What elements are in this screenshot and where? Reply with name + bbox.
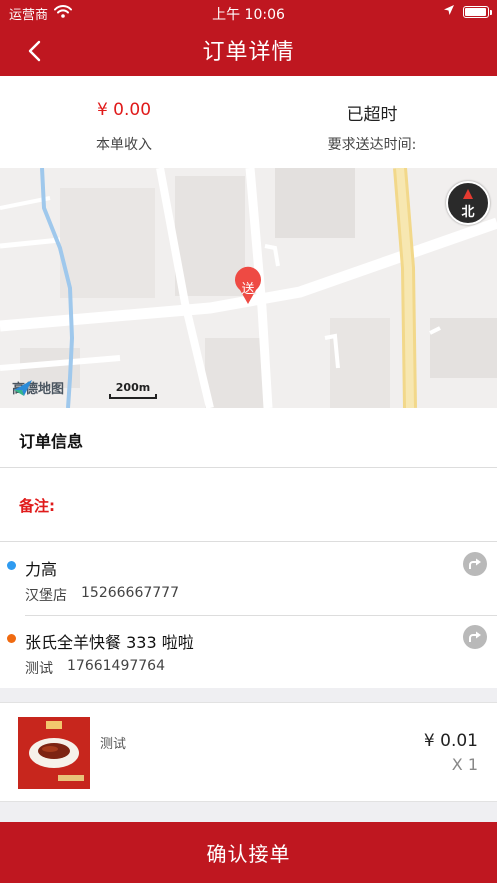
compass-button[interactable]: 北 <box>446 181 490 225</box>
goods-image <box>18 717 90 789</box>
delivery-map[interactable]: 送 北 高德地图 200m <box>0 168 497 408</box>
goods-name: 测试 <box>100 737 127 752</box>
page-title: 订单详情 <box>202 40 295 65</box>
deadline-label: 要求送达时间: <box>327 137 417 153</box>
marker-label: 送 <box>241 282 255 297</box>
pickup-navigate-button[interactable] <box>463 552 487 576</box>
battery-icon <box>463 6 492 18</box>
income-block: ¥ 0.00 本单收入 <box>0 76 248 168</box>
dropoff-phone[interactable]: 17661497764 <box>67 658 165 678</box>
deadline-block: 已超时 要求送达时间: <box>248 76 496 168</box>
top-bar: 运营商 上午 10:06 订单详情 <box>0 0 497 76</box>
address-list: 力高 汉堡店 15266667777 张氏全羊快餐 333 啦啦 测试 1766… <box>0 542 497 688</box>
food-photo <box>18 717 90 789</box>
status-right <box>443 4 492 20</box>
turn-right-arrow-icon <box>469 631 481 642</box>
status-time: 上午 10:06 <box>212 7 285 23</box>
map-provider-logo: 高德地图 <box>12 378 64 397</box>
map-scale: 200m <box>108 381 158 401</box>
amap-logo-icon <box>14 380 32 396</box>
pickup-dot <box>7 561 16 570</box>
pickup-phone[interactable]: 15266667777 <box>81 585 179 605</box>
pickup-contact: 汉堡店 <box>25 588 67 604</box>
dropoff-contact: 测试 <box>25 661 53 677</box>
divider <box>0 467 497 468</box>
compass-label: 北 <box>461 205 475 220</box>
confirm-order-button[interactable]: 确认接单 <box>0 822 497 883</box>
order-summary: ¥ 0.00 本单收入 已超时 要求送达时间: <box>0 76 497 168</box>
deadline-value: 已超时 <box>346 105 398 125</box>
order-info-title: 订单信息 <box>19 432 84 451</box>
income-label: 本单收入 <box>96 137 152 153</box>
status-bar: 运营商 上午 10:06 <box>0 0 497 24</box>
goods-price: ¥ 0.01 <box>423 731 478 751</box>
pickup-address[interactable]: 力高 汉堡店 15266667777 <box>0 542 497 615</box>
map-scale-label: 200m <box>115 381 151 394</box>
dropoff-name: 张氏全羊快餐 333 啦啦 <box>25 633 194 652</box>
income-value: ¥ 0.00 <box>96 100 152 120</box>
note-label: 备注: <box>19 497 55 515</box>
location-arrow-icon <box>443 4 455 20</box>
dropoff-navigate-button[interactable] <box>463 625 487 649</box>
dropoff-address[interactable]: 张氏全羊快餐 333 啦啦 测试 17661497764 <box>0 615 497 688</box>
map-scale-bar <box>109 394 157 399</box>
dropoff-contact-row: 测试 17661497764 <box>25 658 165 678</box>
dropoff-dot <box>7 634 16 643</box>
pickup-name: 力高 <box>25 560 58 579</box>
goods-quantity: X 1 <box>451 755 478 774</box>
order-info-card: 订单信息 备注: <box>0 408 497 542</box>
goods-card: 测试 ¥ 0.01 X 1 <box>0 702 497 802</box>
pickup-contact-row: 汉堡店 15266667777 <box>25 585 179 605</box>
turn-right-arrow-icon <box>469 558 481 569</box>
